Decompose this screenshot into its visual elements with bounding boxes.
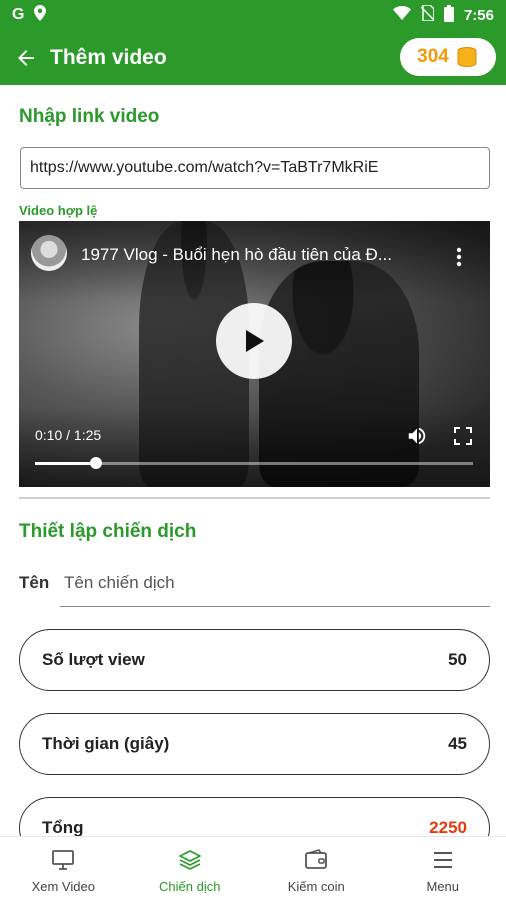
coin-balance[interactable]: 304 xyxy=(400,38,496,76)
play-icon xyxy=(243,329,265,353)
video-progress-bar[interactable] xyxy=(35,462,473,465)
coins-icon xyxy=(455,45,479,69)
wifi-icon xyxy=(393,6,411,24)
coin-count: 304 xyxy=(417,46,449,68)
campaign-name-placeholder: Tên chiến dịch xyxy=(64,573,175,593)
nav-label-earn-coin: Kiếm coin xyxy=(288,879,345,894)
clock: 7:56 xyxy=(464,7,494,24)
back-arrow-icon xyxy=(14,46,38,70)
monitor-icon xyxy=(51,849,75,871)
view-count-field[interactable]: Số lượt view 50 xyxy=(19,629,490,691)
video-url-value: https://www.youtube.com/watch?v=TaBTr7Mk… xyxy=(30,159,378,177)
volume-icon[interactable] xyxy=(406,425,428,447)
valid-video-label: Video hợp lệ xyxy=(19,203,97,218)
layers-icon xyxy=(178,849,202,871)
hamburger-icon xyxy=(431,849,455,871)
view-count-value: 50 xyxy=(448,650,467,670)
location-icon xyxy=(34,5,46,26)
duration-field[interactable]: Thời gian (giây) 45 xyxy=(19,713,490,775)
nav-item-menu[interactable]: Menu xyxy=(380,837,506,901)
content-area[interactable]: Nhập link video https://www.youtube.com/… xyxy=(0,85,506,836)
nav-label-menu: Menu xyxy=(426,879,459,894)
wallet-icon xyxy=(304,849,328,871)
duration-label: Thời gian (giây) xyxy=(42,734,169,754)
status-bar: G 7:56 xyxy=(0,0,506,30)
campaign-name-input[interactable]: Tên chiến dịch xyxy=(60,559,490,607)
video-url-input[interactable]: https://www.youtube.com/watch?v=TaBTr7Mk… xyxy=(20,147,490,189)
google-icon: G xyxy=(12,6,24,24)
nav-item-campaign[interactable]: Chiến dịch xyxy=(127,837,254,901)
campaign-section-title: Thiết lập chiến dịch xyxy=(19,521,196,543)
battery-icon xyxy=(444,5,454,26)
page-title: Thêm video xyxy=(50,46,167,70)
link-section-title: Nhập link video xyxy=(19,106,159,128)
total-value: 2250 xyxy=(429,818,467,836)
view-count-label: Số lượt view xyxy=(42,650,145,670)
back-button[interactable] xyxy=(4,36,48,80)
campaign-name-label: Tên xyxy=(19,573,49,593)
video-player[interactable]: 1977 Vlog - Buổi hẹn hò đầu tiên của Đ..… xyxy=(19,221,490,487)
no-sim-icon xyxy=(421,5,434,25)
video-time: 0:10 / 1:25 xyxy=(35,427,101,443)
nav-label-watch-video: Xem Video xyxy=(32,879,95,894)
total-field: Tổng 2250 xyxy=(19,797,490,836)
total-label: Tổng xyxy=(42,818,84,836)
fullscreen-icon[interactable] xyxy=(454,427,472,445)
nav-label-campaign: Chiến dịch xyxy=(159,879,220,894)
play-button[interactable] xyxy=(216,303,292,379)
video-title[interactable]: 1977 Vlog - Buổi hẹn hò đầu tiên của Đ..… xyxy=(81,245,426,265)
app-bar: Thêm video 304 xyxy=(0,30,506,85)
nav-item-watch-video[interactable]: Xem Video xyxy=(0,837,127,901)
bottom-navigation: Xem Video Chiến dịch Kiếm coin Menu xyxy=(0,836,506,901)
duration-value: 45 xyxy=(448,734,467,754)
more-vert-icon[interactable] xyxy=(456,247,462,267)
channel-avatar[interactable] xyxy=(31,235,67,271)
nav-item-earn-coin[interactable]: Kiếm coin xyxy=(253,837,380,901)
divider xyxy=(19,497,490,499)
